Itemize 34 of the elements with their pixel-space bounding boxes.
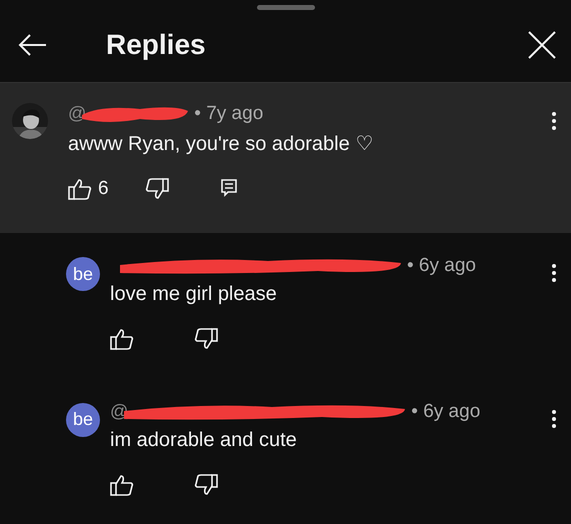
comment-time: • 6y ago [407, 255, 476, 278]
comment-text: im adorable and cute [110, 428, 298, 452]
reply-icon [220, 178, 237, 199]
thumbs-up-icon [110, 328, 134, 350]
reply-button[interactable] [220, 178, 237, 199]
drag-handle[interactable] [256, 5, 314, 10]
page-title: Replies [106, 29, 207, 61]
thumbs-up-icon [68, 178, 92, 200]
comment-time: • 7y ago [194, 102, 264, 125]
avatar: be [66, 402, 100, 437]
like-count: 6 [98, 178, 109, 200]
like-button[interactable]: 6 [68, 178, 109, 200]
more-button[interactable] [551, 110, 557, 131]
thumbs-down-icon [144, 178, 169, 200]
thumbs-down-icon [194, 474, 218, 496]
dislike-button[interactable] [144, 178, 169, 200]
avatar: be [66, 257, 100, 292]
author-handle: @ [68, 103, 86, 124]
like-button[interactable] [110, 328, 134, 350]
like-button[interactable] [110, 474, 134, 496]
more-button[interactable] [551, 408, 557, 429]
thumbs-down-icon [194, 328, 218, 350]
comment-text: awww Ryan, you're so adorable ♡ [68, 132, 374, 156]
more-options-icon [551, 408, 557, 429]
thumbs-up-icon [110, 474, 134, 496]
more-options-icon [551, 263, 557, 284]
more-options-icon [551, 110, 557, 131]
back-button[interactable] [18, 34, 48, 56]
comment-text: love me girl please [110, 283, 278, 306]
close-button[interactable] [527, 30, 557, 60]
more-button[interactable] [551, 263, 557, 284]
dislike-button[interactable] [194, 474, 218, 496]
dislike-button[interactable] [194, 328, 218, 350]
comment-time: • 6y ago [411, 400, 480, 423]
